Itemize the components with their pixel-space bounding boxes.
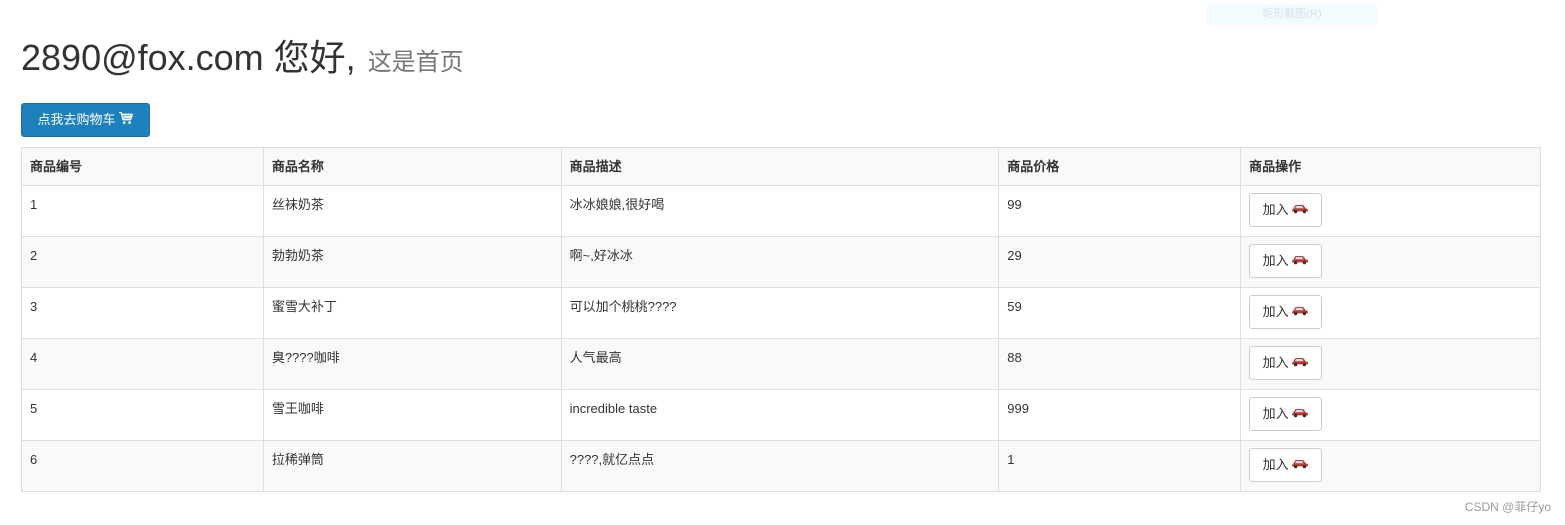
- cell-name: 臭????咖啡: [262, 338, 562, 390]
- add-to-cart-label: 加入: [1262, 355, 1289, 370]
- greeting-text: 2890@fox.com 您好,: [21, 37, 356, 78]
- go-to-cart-button[interactable]: 点我去购物车: [21, 103, 150, 137]
- cell-name: 蜜雪大补丁: [262, 287, 562, 339]
- cell-price: 1: [998, 440, 1242, 492]
- table-row: 4 臭????咖啡 人气最高 88 加入: [21, 338, 1541, 390]
- car-icon: [1291, 398, 1309, 430]
- add-to-cart-button[interactable]: 加入: [1249, 193, 1323, 227]
- car-icon: [1291, 245, 1309, 277]
- cell-operation: 加入: [1240, 338, 1541, 390]
- cell-name: 勃勃奶茶: [262, 236, 562, 288]
- add-to-cart-button[interactable]: 加入: [1249, 397, 1323, 431]
- car-icon: [1291, 347, 1309, 379]
- cell-description: ????,就亿点点: [560, 440, 1000, 492]
- cell-price: 88: [998, 338, 1242, 390]
- column-header-description: 商品描述: [560, 147, 1000, 186]
- cell-operation: 加入: [1240, 287, 1541, 339]
- car-icon: [1291, 449, 1309, 481]
- goods-table: 商品编号 商品名称 商品描述 商品价格 商品操作 1 丝袜奶茶 冰冰娘娘,很好喝…: [21, 147, 1541, 492]
- column-header-price: 商品价格: [998, 147, 1242, 186]
- add-to-cart-button[interactable]: 加入: [1249, 346, 1323, 380]
- cell-name: 拉稀弹筒: [262, 440, 562, 492]
- cell-id: 4: [21, 338, 264, 390]
- column-header-name: 商品名称: [262, 147, 562, 186]
- page-title: 2890@fox.com 您好, 这是首页: [21, 36, 464, 85]
- cell-price: 29: [998, 236, 1242, 288]
- add-to-cart-button[interactable]: 加入: [1249, 448, 1323, 482]
- go-to-cart-label: 点我去购物车: [37, 112, 116, 127]
- add-to-cart-button[interactable]: 加入: [1249, 244, 1323, 278]
- cell-operation: 加入: [1240, 440, 1541, 492]
- table-row: 1 丝袜奶茶 冰冰娘娘,很好喝 99 加入: [21, 185, 1541, 237]
- table-row: 2 勃勃奶茶 啊~,好冰冰 29 加入: [21, 236, 1541, 288]
- add-to-cart-button[interactable]: 加入: [1249, 295, 1323, 329]
- add-to-cart-label: 加入: [1262, 304, 1289, 319]
- cell-id: 6: [21, 440, 264, 492]
- column-header-operation: 商品操作: [1240, 147, 1541, 186]
- page-subtitle: 这是首页: [367, 49, 464, 76]
- cell-price: 59: [998, 287, 1242, 339]
- cell-description: 人气最高: [560, 338, 1000, 390]
- screenshot-tooltip: 矩形截图(R): [1207, 3, 1377, 25]
- add-to-cart-label: 加入: [1262, 253, 1289, 268]
- car-icon: [1291, 296, 1309, 328]
- cell-price: 999: [998, 389, 1242, 441]
- goods-table-body: 1 丝袜奶茶 冰冰娘娘,很好喝 99 加入 2 勃勃奶茶 啊~,好冰冰 29 加…: [21, 185, 1541, 492]
- cell-description: 冰冰娘娘,很好喝: [560, 185, 1000, 237]
- add-to-cart-label: 加入: [1262, 406, 1289, 421]
- cell-id: 2: [21, 236, 264, 288]
- cell-name: 雪王咖啡: [262, 389, 562, 441]
- table-row: 5 雪王咖啡 incredible taste 999 加入: [21, 389, 1541, 441]
- cell-name: 丝袜奶茶: [262, 185, 562, 237]
- table-row: 6 拉稀弹筒 ????,就亿点点 1 加入: [21, 440, 1541, 492]
- cell-id: 1: [21, 185, 264, 237]
- csdn-watermark: CSDN @菲仔yo: [1464, 500, 1551, 514]
- table-header-row: 商品编号 商品名称 商品描述 商品价格 商品操作: [21, 147, 1541, 186]
- cell-price: 99: [998, 185, 1242, 237]
- cell-id: 3: [21, 287, 264, 339]
- shopping-cart-icon: [118, 105, 134, 137]
- cell-description: 啊~,好冰冰: [560, 236, 1000, 288]
- car-icon: [1291, 194, 1309, 226]
- add-to-cart-label: 加入: [1262, 202, 1289, 217]
- add-to-cart-label: 加入: [1262, 457, 1289, 472]
- page: 矩形截图(R) 2890@fox.com 您好, 这是首页 点我去购物车 商品编…: [0, 0, 1565, 525]
- cell-id: 5: [21, 389, 264, 441]
- table-row: 3 蜜雪大补丁 可以加个桃桃???? 59 加入: [21, 287, 1541, 339]
- cell-description: incredible taste: [560, 389, 1000, 441]
- cell-operation: 加入: [1240, 236, 1541, 288]
- cell-description: 可以加个桃桃????: [560, 287, 1000, 339]
- column-header-id: 商品编号: [21, 147, 264, 186]
- cell-operation: 加入: [1240, 185, 1541, 237]
- cell-operation: 加入: [1240, 389, 1541, 441]
